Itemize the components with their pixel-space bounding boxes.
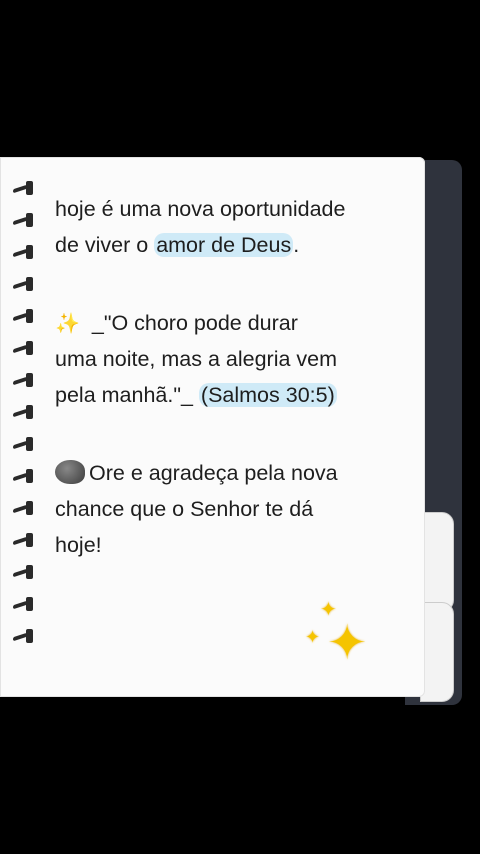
notebook-tab bbox=[420, 602, 454, 702]
rock-icon bbox=[55, 460, 85, 484]
notebook-page: hoje é uma nova oportunidade de viver o … bbox=[0, 157, 425, 697]
note-text: hoje é uma nova oportunidade de viver o … bbox=[55, 191, 405, 605]
quote-paragraph: ✨ _"O choro pode durar uma noite, mas a … bbox=[55, 311, 338, 407]
intro-paragraph: hoje é uma nova oportunidade de viver o … bbox=[55, 197, 346, 257]
sparkles-icon: ✨ bbox=[55, 311, 80, 335]
sparkles-icon: ✦ ✦ ✦ bbox=[305, 597, 368, 671]
bible-reference: (Salmos 30:5) bbox=[198, 383, 337, 407]
notebook: hoje é uma nova oportunidade de viver o … bbox=[0, 157, 480, 707]
spiral-binding bbox=[8, 179, 36, 659]
prayer-paragraph: Ore e agradeça pela nova chance que o Se… bbox=[55, 460, 338, 557]
highlight: amor de Deus bbox=[154, 233, 294, 257]
notebook-tab bbox=[420, 512, 454, 612]
